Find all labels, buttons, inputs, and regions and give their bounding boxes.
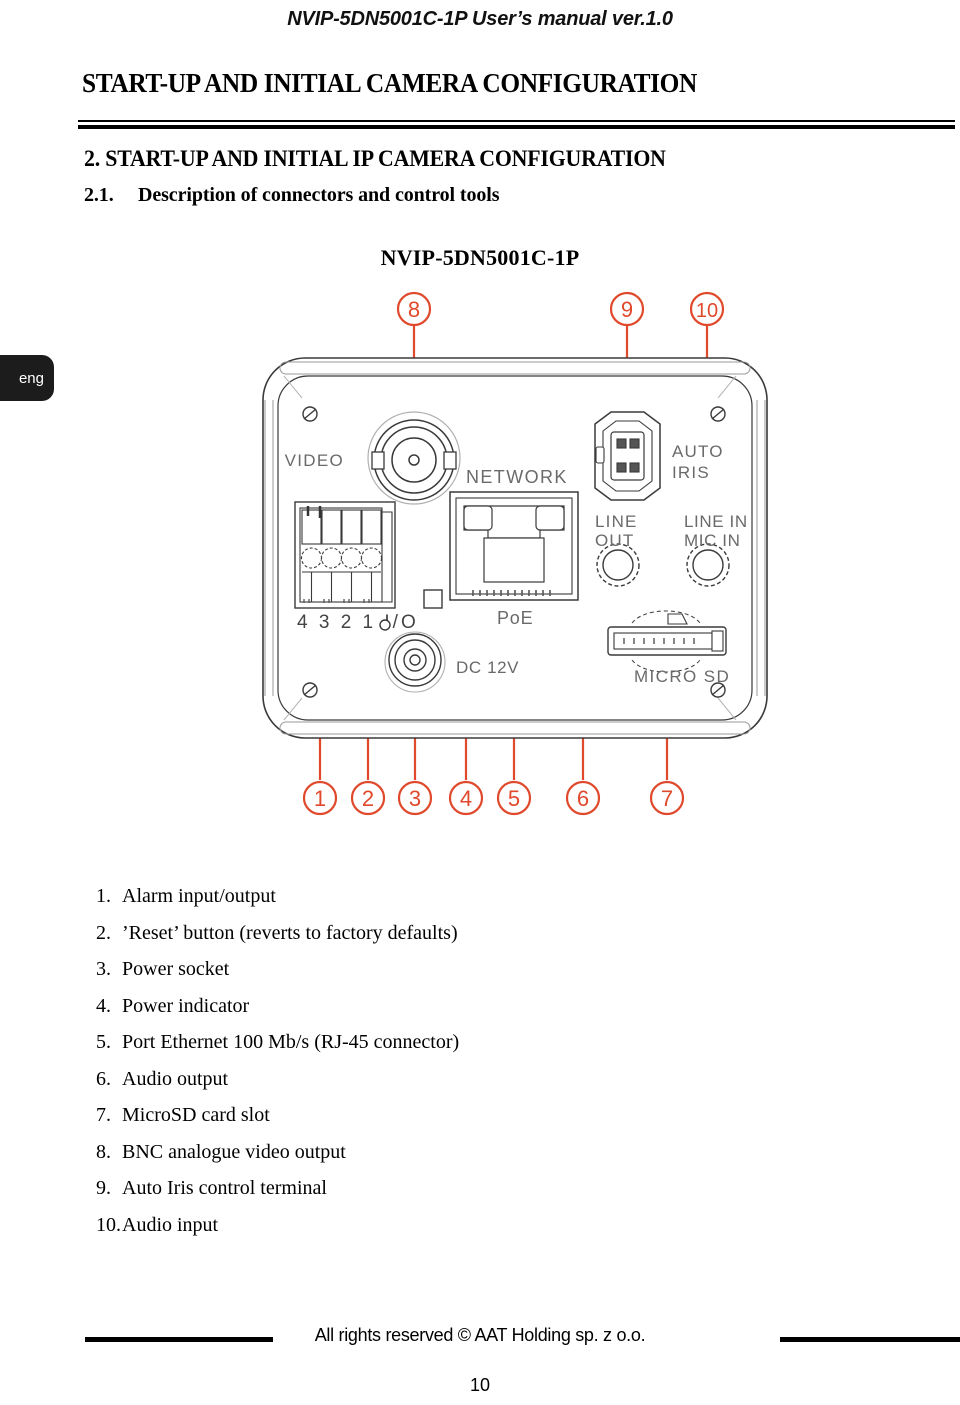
label-mic-in: MIC IN <box>684 531 740 550</box>
page-title: START-UP AND INITIAL CAMERA CONFIGURATIO… <box>82 68 697 98</box>
list-item-label: Auto Iris control terminal <box>122 1177 327 1199</box>
list-item-label: Power indicator <box>122 994 250 1017</box>
list-item-index: 10. <box>96 1213 121 1236</box>
section-heading-2: 2. START-UP AND INITIAL IP CAMERA CONFIG… <box>84 146 666 171</box>
label-video: VIDEO <box>285 451 344 470</box>
section-heading-2-1-number: 2.1. <box>84 184 114 206</box>
callout-4-label: 4 <box>460 786 472 811</box>
callout-6-label: 6 <box>577 786 589 811</box>
callout-1-label: 1 <box>314 786 326 811</box>
label-alarm-io-pins: 4 3 2 1 I/O <box>297 612 419 633</box>
connector-description-list: 1. Alarm input/output 2. ’Reset’ button (r… <box>96 878 736 1243</box>
running-header: NVIP-5DN5001C-1P User’s manual ver.1.0 <box>287 8 673 30</box>
label-iris: IRIS <box>672 463 710 482</box>
list-item-index: 2. <box>96 921 111 944</box>
figure-model-name: NVIP-5DN5001C-1P <box>380 245 580 270</box>
list-item-index: 7. <box>96 1104 111 1126</box>
label-network: NETWORK <box>466 467 568 487</box>
label-micro-sd: MICRO SD <box>634 667 730 686</box>
list-item: 3. Power socket <box>96 951 736 988</box>
list-item-label: Port Ethernet 100 Mb/s (RJ-45 connector) <box>122 1031 460 1053</box>
list-item-label: BNC analogue video output <box>122 1140 346 1163</box>
list-item: 7. MicroSD card slot <box>96 1097 736 1134</box>
list-item-index: 4. <box>96 994 111 1017</box>
list-item-label: Audio input <box>122 1213 219 1236</box>
list-item: 6. Audio output <box>96 1061 736 1098</box>
label-auto: AUTO <box>672 442 724 461</box>
language-tab-eng[interactable]: eng <box>0 355 54 401</box>
auto-iris-connector <box>594 411 661 501</box>
callout-3-label: 3 <box>409 786 421 811</box>
label-line: LINE <box>595 512 638 531</box>
label-out: OUT <box>595 531 634 550</box>
title-double-rule <box>78 120 955 129</box>
section-heading-2-1: 2.1. Description of connectors and contro… <box>84 184 500 207</box>
callout-10-label: 10 <box>696 300 718 322</box>
list-item-label: MicroSD card slot <box>122 1104 270 1126</box>
label-dc12v: DC 12V <box>456 658 519 677</box>
list-item-index: 8. <box>96 1140 111 1163</box>
camera-rear-panel-figure: VIDEO AUTO IRIS 4 3 2 1 I/O DC 12V NETWO… <box>240 280 780 840</box>
list-item: 2. ’Reset’ button (reverts to factory def… <box>96 915 736 952</box>
list-item: 9. Auto Iris control terminal <box>96 1170 736 1207</box>
label-poe: PoE <box>497 608 533 628</box>
list-item-index: 9. <box>96 1177 111 1199</box>
list-item-index: 6. <box>96 1067 111 1090</box>
list-item: 10.Audio input <box>96 1207 736 1244</box>
callout-9-label: 9 <box>621 297 633 322</box>
list-item-label: Audio output <box>122 1067 229 1090</box>
callout-8-label: 8 <box>408 297 420 322</box>
power-indicator-led <box>423 589 443 609</box>
line-out-audio-jack <box>596 543 640 587</box>
callout-2-label: 2 <box>362 786 374 811</box>
footer-copyright: All rights reserved © AAT Holding sp. z … <box>314 1325 646 1345</box>
page-number: 10 <box>469 1375 491 1395</box>
list-item-label: Power socket <box>122 958 230 980</box>
language-tab-label: eng <box>18 369 44 387</box>
label-line-in: LINE IN <box>684 512 748 531</box>
list-item-index: 5. <box>96 1031 111 1053</box>
power-socket <box>384 631 446 693</box>
rule-thick-line <box>78 125 955 129</box>
list-item-index: 3. <box>96 958 111 980</box>
list-item-label: ’Reset’ button (reverts to factory defau… <box>122 921 458 944</box>
list-item: 5. Port Ethernet 100 Mb/s (RJ-45 connecto… <box>96 1024 736 1061</box>
bnc-video-connector <box>367 411 461 505</box>
callout-bubbles-bottom <box>302 780 685 816</box>
callout-7-label: 7 <box>661 786 673 811</box>
callout-bubbles-top <box>396 291 725 327</box>
mic-line-in-audio-jack <box>686 543 730 587</box>
list-item: 8. BNC analogue video output <box>96 1134 736 1171</box>
alarm-io-terminal-block <box>294 501 396 609</box>
list-item: 1. Alarm input/output <box>96 878 736 915</box>
reset-button-hole <box>379 619 391 631</box>
rj45-network-jack <box>449 491 579 601</box>
section-heading-2-1-text: Description of connectors and control to… <box>138 184 500 206</box>
list-item: 4. Power indicator <box>96 988 736 1025</box>
list-item-label: Alarm input/output <box>122 885 276 907</box>
callout-5-label: 5 <box>508 786 520 811</box>
list-item-index: 1. <box>96 885 111 907</box>
